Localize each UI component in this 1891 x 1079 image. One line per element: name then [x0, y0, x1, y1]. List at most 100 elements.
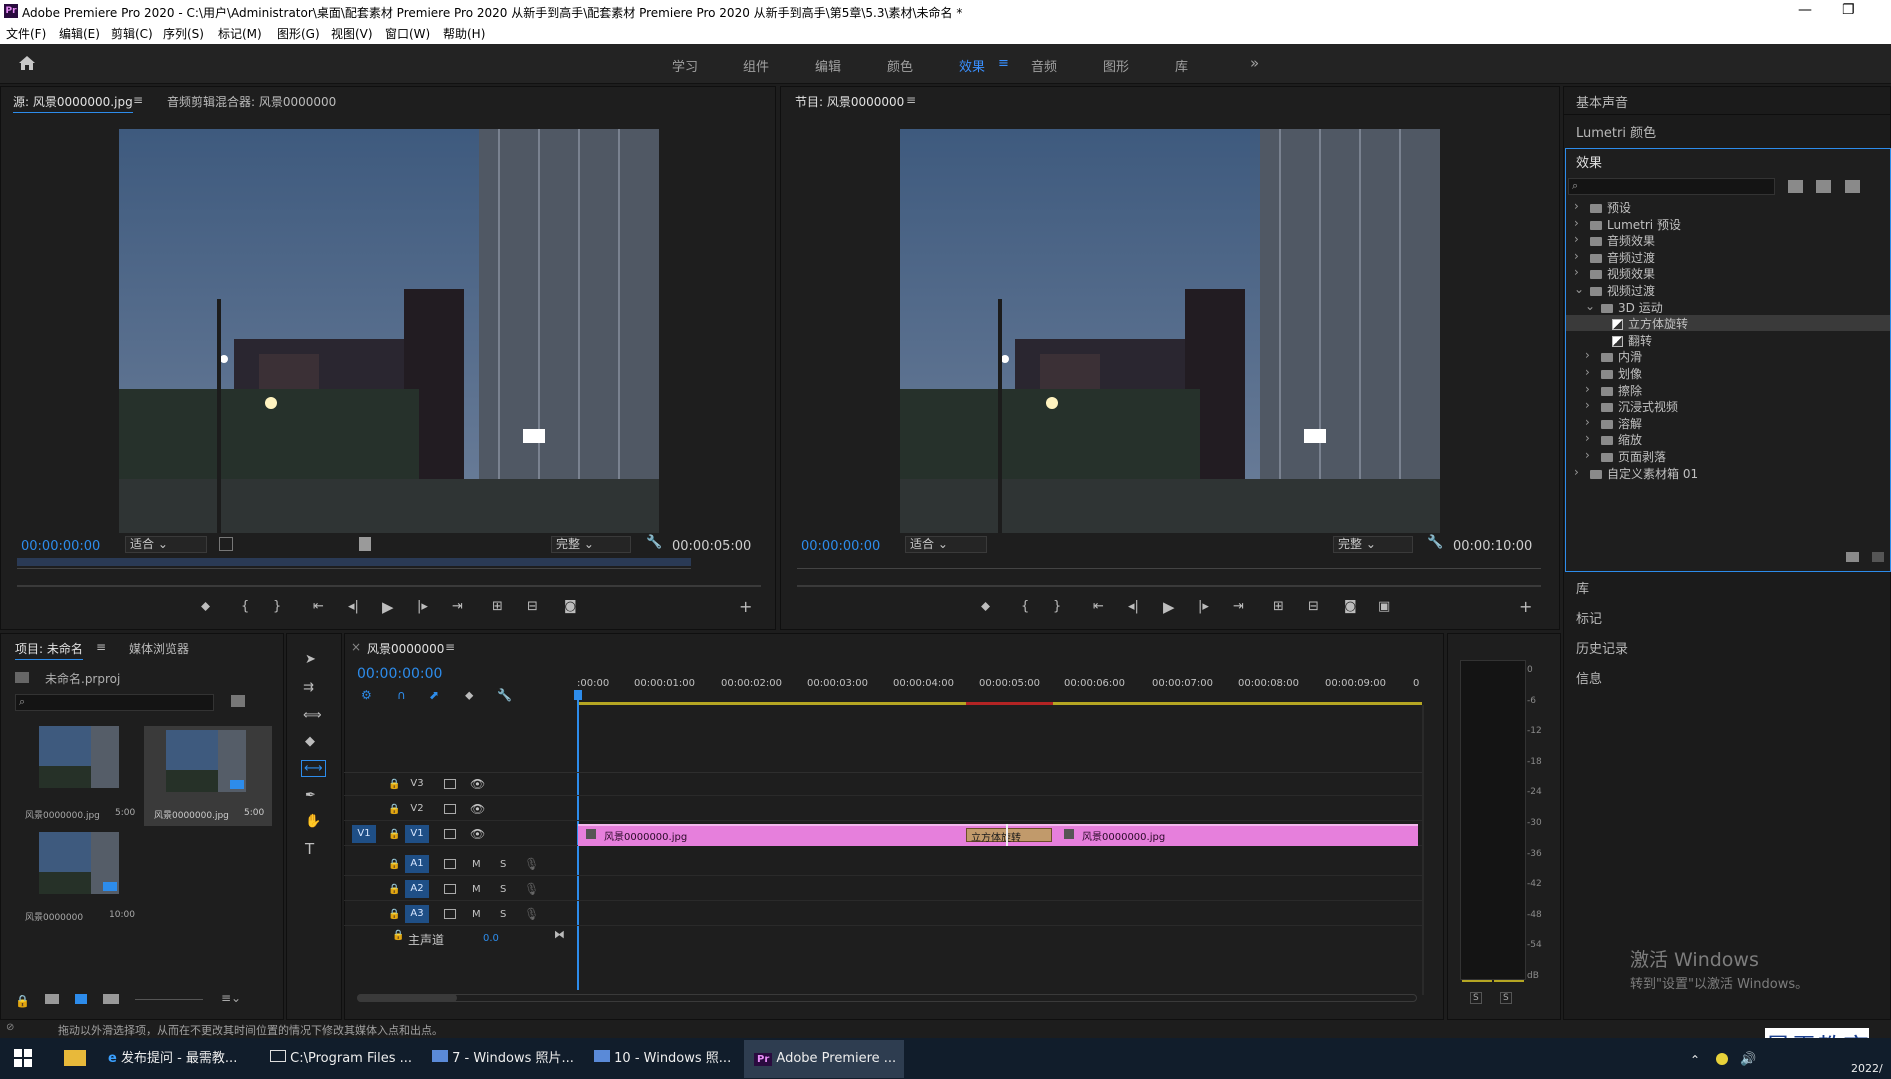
program-wrench-icon[interactable]: 🔧: [1427, 535, 1443, 550]
workspace-assembly[interactable]: 组件: [743, 56, 769, 75]
workspace-effects[interactable]: 效果: [959, 56, 985, 75]
effects-tree-item[interactable]: ⌄ 视频过渡: [1566, 282, 1890, 298]
comparison-view-icon[interactable]: ▣: [1378, 599, 1390, 614]
workspace-editing[interactable]: 编辑: [815, 56, 841, 75]
program-go-to-in-button[interactable]: ⇤: [1093, 599, 1104, 614]
program-step-back-button[interactable]: ◂|: [1128, 599, 1139, 614]
timeline-tab[interactable]: 风景0000000: [367, 640, 444, 657]
step-forward-button[interactable]: |▸: [417, 599, 428, 614]
expand-arrow-icon[interactable]: ›: [1574, 232, 1579, 246]
track-target-V1[interactable]: V1: [405, 825, 429, 843]
taskbar-item-ie[interactable]: e 发布提问 - 最需教...: [108, 1046, 258, 1072]
overwrite-button[interactable]: ⊟: [527, 599, 538, 614]
sync-lock-icon[interactable]: [444, 859, 456, 869]
delete-icon[interactable]: [1872, 552, 1884, 562]
mark-in-button[interactable]: {: [241, 599, 249, 614]
mute-button[interactable]: M: [472, 909, 481, 920]
expand-arrow-icon[interactable]: ›: [1585, 431, 1590, 445]
windows-start-icon[interactable]: [14, 1049, 32, 1067]
timeline-settings-icon[interactable]: 🔧: [497, 688, 512, 702]
hand-tool-icon[interactable]: ✋: [305, 814, 321, 829]
expand-arrow-icon[interactable]: ›: [1574, 265, 1579, 279]
history-panel-tab[interactable]: 历史记录: [1576, 638, 1628, 657]
program-timecode[interactable]: 00:00:00:00: [801, 539, 880, 554]
effects-tree-item[interactable]: › 音频效果: [1566, 232, 1890, 248]
expand-arrow-icon[interactable]: ›: [1574, 216, 1579, 230]
workspace-menu-icon[interactable]: ≡: [998, 56, 1009, 71]
source-fit-select[interactable]: 适合 ⌄: [125, 536, 207, 553]
insert-button[interactable]: ⊞: [492, 599, 503, 614]
effects-tree-item[interactable]: › 自定义素材箱 01: [1566, 465, 1890, 481]
track-target-V2[interactable]: V2: [405, 800, 429, 818]
basic-sound-panel-tab[interactable]: 基本声音: [1576, 92, 1628, 111]
timeline-marker-icon[interactable]: ⬥: [465, 688, 473, 703]
export-frame-icon[interactable]: ◙: [564, 599, 577, 614]
find-icon[interactable]: [231, 695, 245, 707]
expand-arrow-icon[interactable]: ›: [1574, 249, 1579, 263]
extract-button[interactable]: ⊟: [1308, 599, 1319, 614]
solo-button[interactable]: S: [500, 859, 506, 870]
project-item-2[interactable]: 风景0000000.jpg 5:00: [144, 726, 272, 826]
workspace-more-icon[interactable]: »: [1250, 54, 1259, 72]
project-tab[interactable]: 项目: 未命名: [15, 640, 83, 660]
effects-tree-item[interactable]: › Lumetri 预设: [1566, 216, 1890, 232]
workspace-graphics[interactable]: 图形: [1103, 56, 1129, 75]
solo-button[interactable]: S: [500, 909, 506, 920]
menu-file[interactable]: 文件(F): [6, 25, 46, 42]
lumetri-panel-tab[interactable]: Lumetri 颜色: [1576, 122, 1656, 141]
expand-arrow-icon[interactable]: ⌄: [1585, 299, 1595, 313]
menu-edit[interactable]: 编辑(E): [59, 25, 100, 42]
program-fit-select[interactable]: 适合 ⌄: [905, 536, 987, 553]
menu-window[interactable]: 窗口(W): [385, 25, 430, 42]
mute-button[interactable]: M: [472, 884, 481, 895]
effects-tree-item[interactable]: › 页面剥落: [1566, 448, 1890, 464]
project-search-input[interactable]: ⌕: [15, 694, 214, 711]
expand-arrow-icon[interactable]: ›: [1585, 348, 1590, 362]
microphone-icon[interactable]: 🎙: [524, 907, 539, 921]
expand-arrow-icon[interactable]: ›: [1585, 415, 1590, 429]
volume-icon[interactable]: 🔊: [1740, 1052, 1756, 1067]
effects-tree-item[interactable]: › 划像: [1566, 365, 1890, 381]
selection-tool-icon[interactable]: ➤: [305, 652, 316, 667]
transition-block[interactable]: 立方体旋转: [966, 828, 1052, 844]
audio-mixer-tab[interactable]: 音频剪辑混合器: 风景0000000: [167, 93, 336, 110]
track-target-A1[interactable]: A1: [405, 855, 429, 873]
track-target-A3[interactable]: A3: [405, 905, 429, 923]
menu-sequence[interactable]: 序列(S): [163, 25, 204, 42]
track-select-tool-icon[interactable]: ⇉: [303, 680, 314, 695]
eye-icon[interactable]: 👁: [470, 777, 485, 791]
lift-button[interactable]: ⊞: [1273, 599, 1284, 614]
effects-tree-item[interactable]: › 预设: [1566, 199, 1890, 215]
eye-icon[interactable]: 👁: [470, 827, 485, 841]
tray-chevron-icon[interactable]: ⌃: [1690, 1053, 1700, 1067]
sync-lock-icon[interactable]: [444, 909, 456, 919]
lock-icon[interactable]: 🔒: [15, 994, 30, 1008]
freeform-view-icon[interactable]: [103, 994, 119, 1004]
library-panel-tab[interactable]: 库: [1576, 578, 1589, 597]
nest-toggle-icon[interactable]: ⚙: [361, 688, 372, 702]
markers-panel-tab[interactable]: 标记: [1576, 608, 1602, 627]
tray-app-icon[interactable]: [1716, 1053, 1728, 1065]
pen-tool-icon[interactable]: ✒: [305, 788, 316, 803]
timeline-hscroll[interactable]: [357, 994, 1417, 1002]
minimize-button[interactable]: —: [1798, 2, 1812, 18]
lock-track-icon[interactable]: 🔒: [388, 884, 400, 895]
source-tab[interactable]: 源: 风景0000000.jpg: [13, 93, 133, 113]
wrench-icon[interactable]: 🔧: [646, 535, 662, 550]
effects-tree-item[interactable]: › 内滑: [1566, 348, 1890, 364]
lock-track-icon[interactable]: 🔒: [388, 829, 400, 840]
accelerated-effects-icon[interactable]: [1788, 180, 1803, 193]
program-quality-select[interactable]: 完整 ⌄: [1333, 536, 1413, 553]
taskbar-item-premiere[interactable]: Pr Adobe Premiere ...: [744, 1040, 904, 1078]
go-to-in-button[interactable]: ⇤: [313, 599, 324, 614]
source-quality-select[interactable]: 完整 ⌄: [551, 536, 631, 553]
home-icon[interactable]: [18, 55, 36, 71]
program-play-button[interactable]: ▶: [1163, 598, 1175, 616]
workspace-color[interactable]: 颜色: [887, 56, 913, 75]
linked-selection-icon[interactable]: ⬈: [429, 688, 439, 702]
sync-lock-icon[interactable]: [444, 884, 456, 894]
ripple-edit-tool-icon[interactable]: ⟺: [303, 708, 322, 723]
program-go-to-out-button[interactable]: ⇥: [1233, 599, 1244, 614]
source-timecode[interactable]: 00:00:00:00: [21, 539, 100, 554]
program-mark-in-button[interactable]: {: [1021, 599, 1029, 614]
